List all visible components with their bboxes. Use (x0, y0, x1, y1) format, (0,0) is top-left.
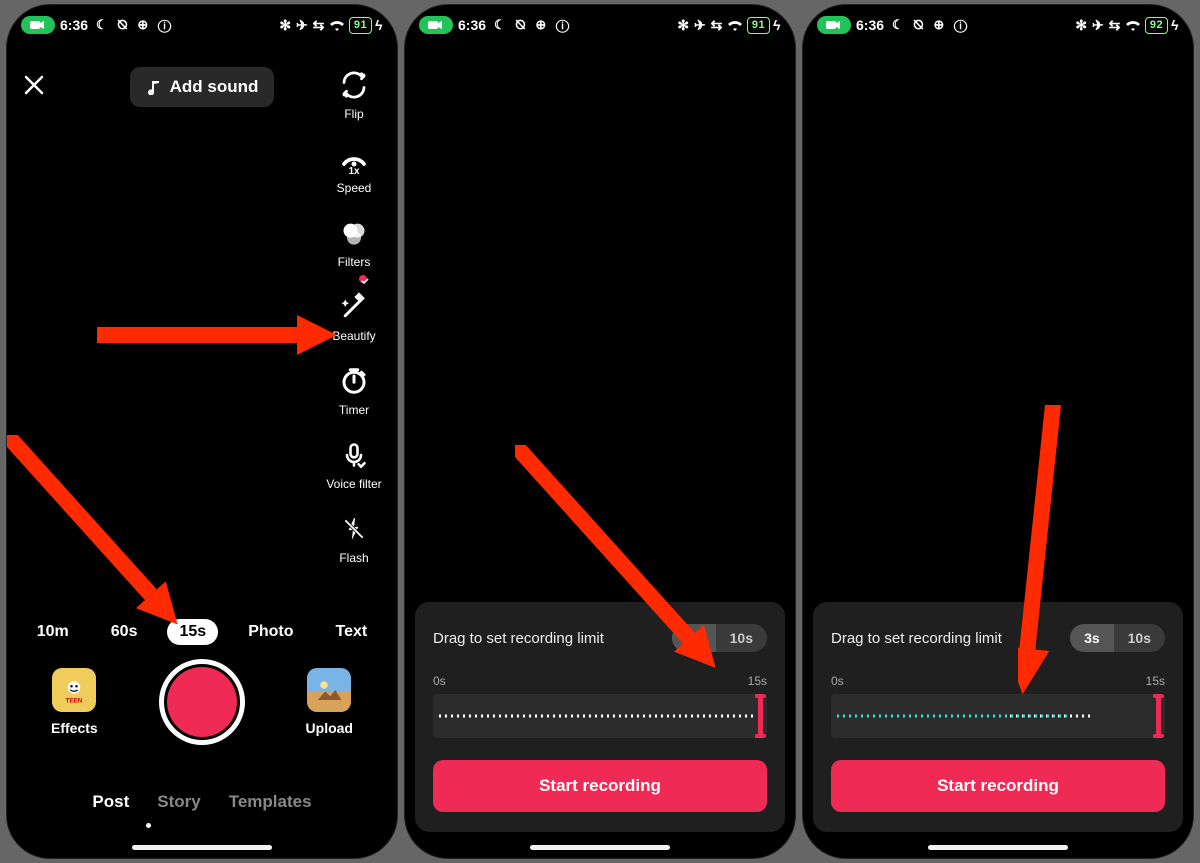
status-time: 6:36 (856, 17, 884, 33)
tool-label: Speed (337, 181, 372, 195)
mode-templates[interactable]: Templates (229, 792, 312, 812)
annotation-arrow-slider (1018, 405, 1088, 735)
tool-voice-filter[interactable]: Voice filter (326, 437, 381, 491)
status-left-icons: ☾ ⦰ ⊕ ⓘ (96, 17, 174, 33)
annotation-arrow-duration (7, 435, 197, 635)
limit-handle[interactable] (1156, 696, 1161, 736)
status-bar: 6:36 ☾ ⦰ ⊕ ⓘ ✻ ✈ ⇆ 91 ϟ (7, 5, 397, 39)
music-note-icon (146, 79, 162, 95)
status-bar: 6:36 ☾ ⦰ ⊕ ⓘ ✻ ✈ ⇆ 92 ϟ (803, 5, 1193, 39)
tool-label: Voice filter (326, 477, 381, 491)
mode-indicator-dot (146, 823, 151, 828)
svg-text:TEEN: TEEN (66, 698, 83, 705)
tool-label: Flip (344, 107, 363, 121)
status-left-icons: ☾ ⦰ ⊕ ⓘ (494, 17, 572, 33)
duration-text[interactable]: Text (324, 619, 380, 645)
timer-panel: Drag to set recording limit 3s 10s 0s 15… (813, 602, 1183, 832)
tool-flash[interactable]: Flash (336, 511, 372, 565)
countdown-10s[interactable]: 10s (1114, 624, 1165, 652)
filters-icon (336, 215, 372, 251)
tool-timer[interactable]: Timer (336, 363, 372, 417)
record-button[interactable] (159, 659, 245, 745)
start-recording-button[interactable]: Start recording (433, 760, 767, 812)
record-inner-icon (167, 667, 237, 737)
recording-pill (817, 16, 851, 34)
svg-text:1x: 1x (348, 166, 360, 174)
speed-icon: 1x (336, 141, 372, 177)
beautify-active-dot (357, 273, 369, 285)
effects-thumb-icon: TEEN (52, 668, 96, 712)
scale-end: 15s (1146, 674, 1165, 688)
tool-label: Flash (339, 551, 368, 565)
recording-pill (21, 16, 55, 34)
voice-filter-icon (336, 437, 372, 473)
wifi-icon (1124, 19, 1142, 32)
screen-camera: 6:36 ☾ ⦰ ⊕ ⓘ ✻ ✈ ⇆ 91 ϟ Add sound (6, 4, 398, 859)
recording-limit-slider[interactable] (433, 694, 767, 738)
upload-thumb-icon (307, 668, 351, 712)
timer-panel-title: Drag to set recording limit (831, 630, 1002, 647)
home-indicator[interactable] (928, 845, 1068, 850)
add-sound-label: Add sound (170, 77, 259, 97)
tool-label: Beautify (332, 329, 375, 343)
tool-label: Filters (338, 255, 371, 269)
flip-icon (336, 67, 372, 103)
timer-icon (336, 363, 372, 399)
status-bar: 6:36 ☾ ⦰ ⊕ ⓘ ✻ ✈ ⇆ 91 ϟ (405, 5, 795, 39)
battery-indicator: 91 (747, 17, 770, 34)
wifi-icon (726, 19, 744, 32)
status-right-icons: ✻ ✈ ⇆ (1075, 17, 1120, 34)
mode-story[interactable]: Story (157, 792, 200, 812)
tool-beautify[interactable]: Beautify (332, 289, 375, 343)
tool-label: Timer (339, 403, 369, 417)
limit-handle[interactable] (758, 696, 763, 736)
screen-timer-panel-drag: 6:36 ☾ ⦰ ⊕ ⓘ ✻ ✈ ⇆ 92 ϟ Drag to set reco… (802, 4, 1194, 859)
tool-flip[interactable]: Flip (336, 67, 372, 121)
screen-timer-panel-3s: 6:36 ☾ ⦰ ⊕ ⓘ ✻ ✈ ⇆ 91 ϟ Drag to set reco… (404, 4, 796, 859)
effects-label: Effects (51, 720, 98, 736)
status-time: 6:36 (458, 17, 486, 33)
beautify-icon (336, 289, 372, 325)
status-time: 6:36 (60, 17, 88, 33)
wifi-icon (328, 19, 346, 32)
recording-pill (419, 16, 453, 34)
tool-filters[interactable]: Filters (336, 215, 372, 269)
effects-button[interactable]: TEEN Effects (51, 668, 98, 736)
mode-post[interactable]: Post (92, 792, 129, 812)
battery-indicator: 91 (349, 17, 372, 34)
start-recording-button[interactable]: Start recording (831, 760, 1165, 812)
tool-speed[interactable]: 1x Speed (336, 141, 372, 195)
scale-start: 0s (831, 674, 844, 688)
status-left-icons: ☾ ⦰ ⊕ ⓘ (892, 17, 970, 33)
scale-start: 0s (433, 674, 446, 688)
upload-label: Upload (306, 720, 353, 736)
status-right-icons: ✻ ✈ ⇆ (677, 17, 722, 34)
annotation-arrow-3s (515, 445, 755, 685)
battery-indicator: 92 (1145, 17, 1168, 34)
home-indicator[interactable] (132, 845, 272, 850)
upload-button[interactable]: Upload (306, 668, 353, 736)
annotation-arrow-timer (97, 315, 337, 355)
recording-limit-slider[interactable] (831, 694, 1165, 738)
mode-picker[interactable]: Post Story Templates (7, 792, 397, 812)
flash-icon (336, 511, 372, 547)
duration-photo[interactable]: Photo (236, 619, 305, 645)
close-button[interactable] (23, 71, 63, 103)
add-sound-button[interactable]: Add sound (130, 67, 275, 107)
status-right-icons: ✻ ✈ ⇆ (279, 17, 324, 34)
home-indicator[interactable] (530, 845, 670, 850)
